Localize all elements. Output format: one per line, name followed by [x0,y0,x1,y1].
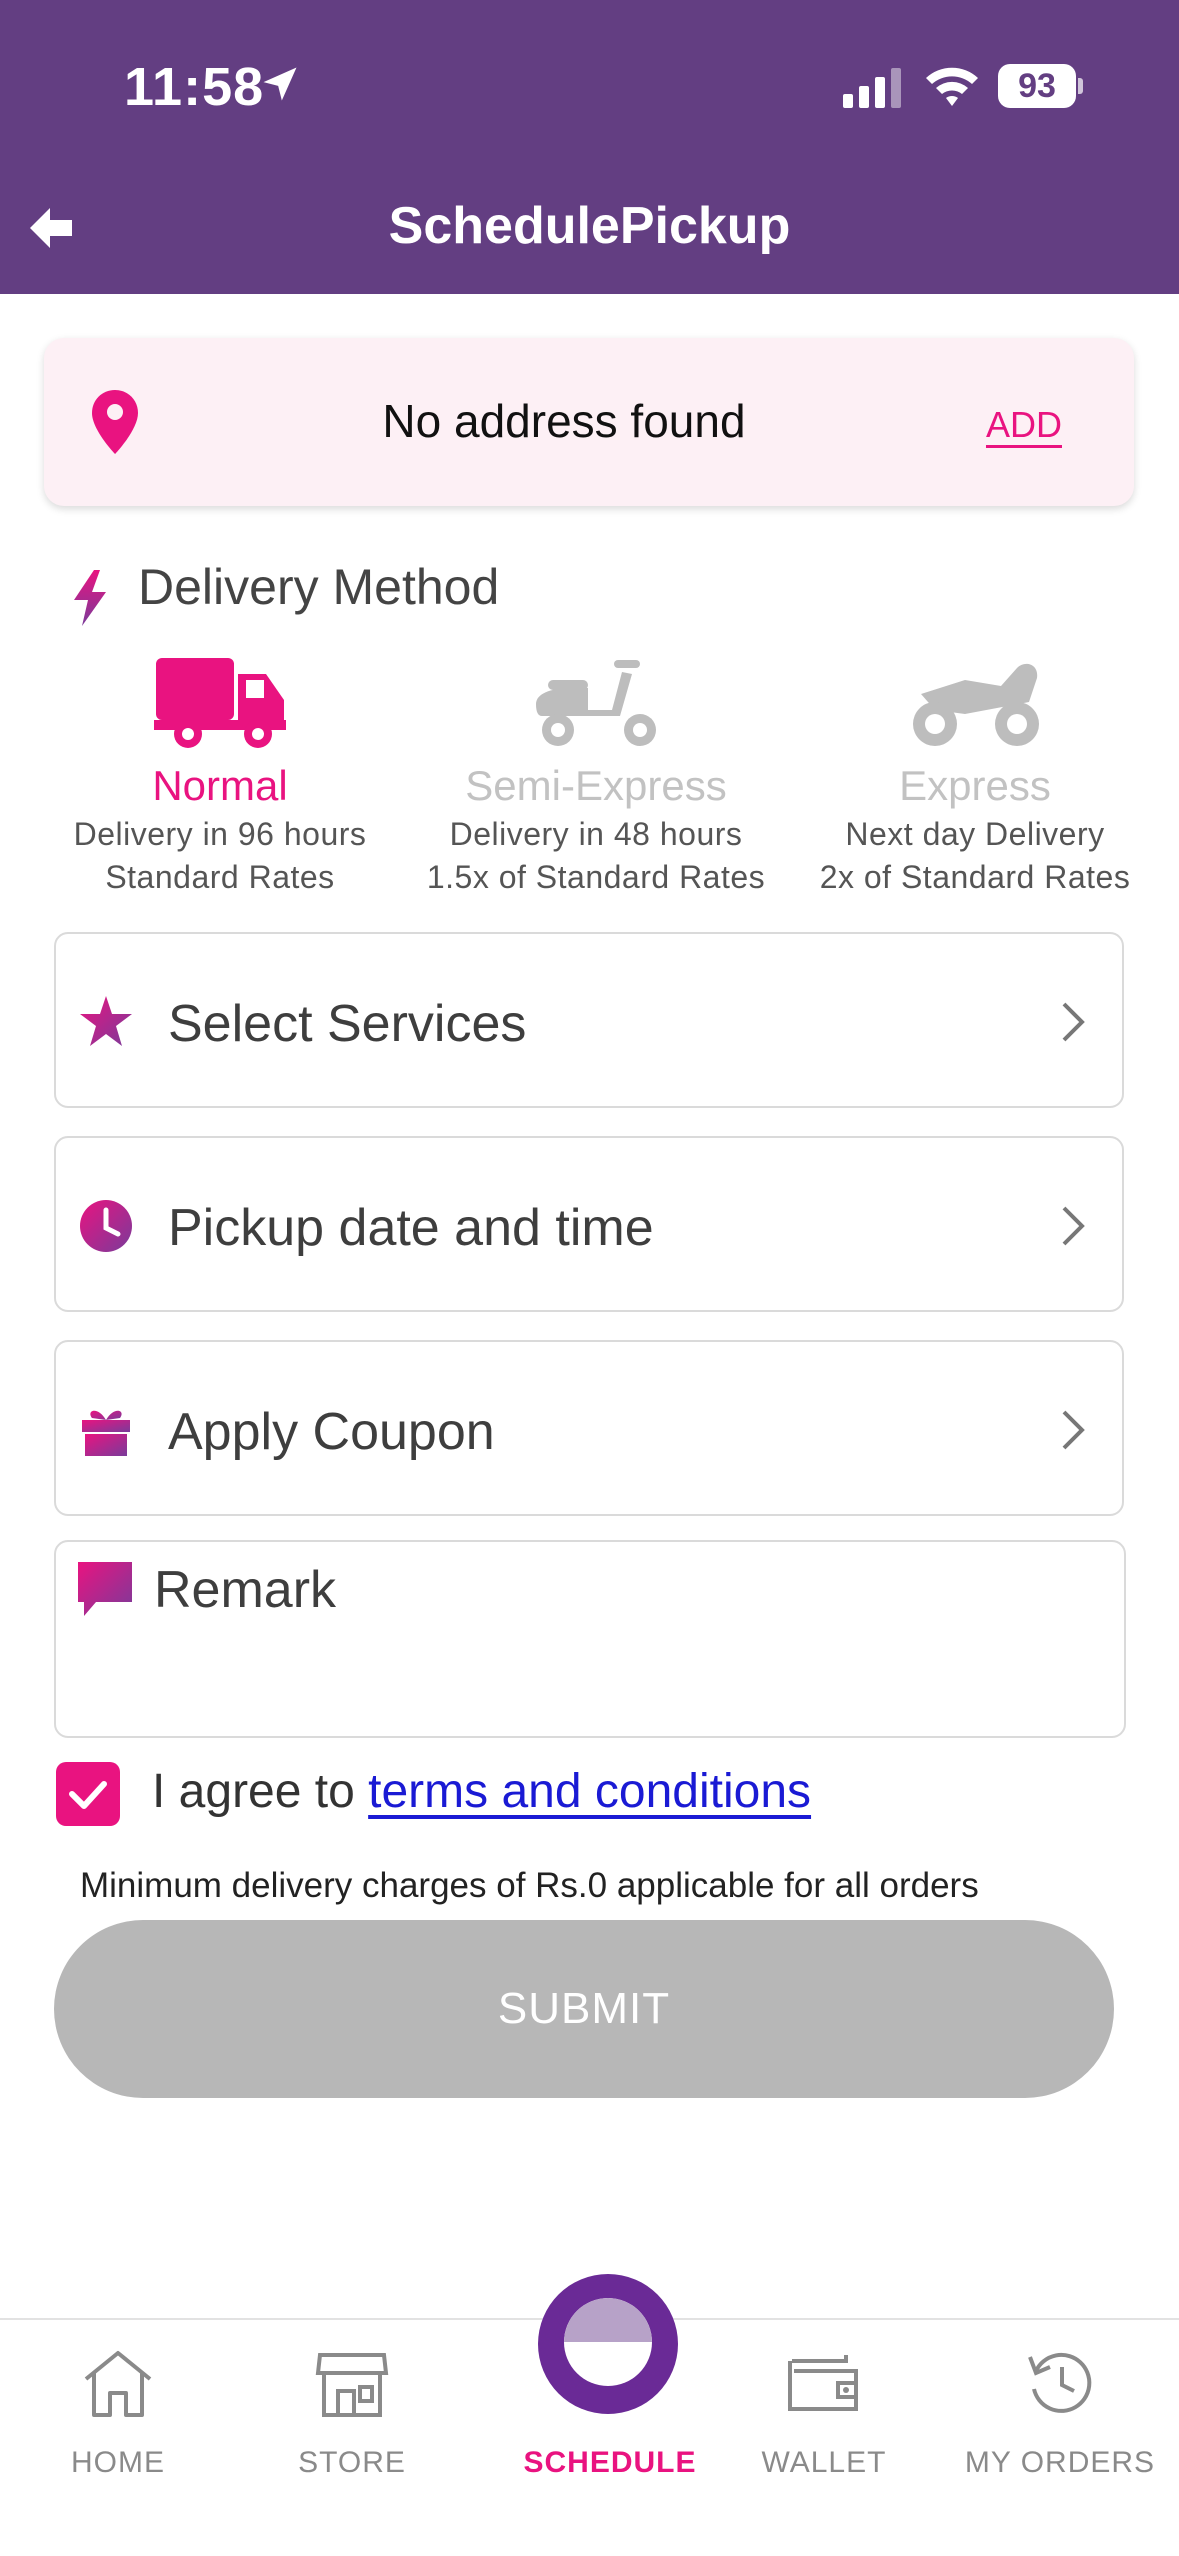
lightning-icon [74,570,106,626]
address-message: No address found [382,395,746,447]
pickup-date-label: Pickup date and time [168,1199,654,1257]
delivery-option-name: Semi-Express [465,762,727,809]
status-time: 11:58 [124,57,265,117]
home-icon [84,2351,152,2417]
remark-label: Remark [154,1561,337,1619]
cellular-signal-icon [843,68,901,108]
location-arrow-icon [263,67,297,101]
battery-indicator: 93 [998,64,1076,108]
terms-prefix: I agree to [152,1765,369,1818]
battery-tip [1078,78,1083,94]
delivery-option-rate: 1.5x of Standard Rates [426,859,766,895]
chevron-right-icon [1062,1002,1085,1042]
remark-field[interactable]: Remark [54,1540,1126,1738]
terms-checkbox[interactable] [56,1762,120,1826]
delivery-option-rate: Standard Rates [105,859,335,895]
motorbike-icon [913,663,1039,746]
checkmark-icon [69,1781,107,1809]
star-icon [80,996,132,1046]
submit-button[interactable]: SUBMIT [54,1920,1114,2098]
nav-label: STORE [298,2446,406,2479]
nav-wallet[interactable]: WALLET [724,2338,924,2480]
nav-label: SCHEDULE [523,2446,697,2479]
page-title: SchedulePickup [388,197,791,255]
nav-home[interactable]: HOME [18,2338,218,2480]
add-address-link[interactable]: ADD [986,404,1062,446]
store-icon [315,2353,389,2417]
app-header: 11:58 93 SchedulePickup [0,0,1179,294]
nav-label: MY ORDERS [964,2446,1156,2479]
select-services-label: Select Services [168,995,527,1053]
gift-icon [82,1410,130,1456]
address-card: No address found ADD [44,338,1134,506]
terms-link[interactable]: terms and conditions [368,1765,811,1818]
comment-icon [78,1562,132,1616]
nav-label: WALLET [761,2446,887,2479]
nav-label: HOME [71,2446,165,2479]
pickup-date-row[interactable]: Pickup date and time [54,1136,1124,1312]
apply-coupon-label: Apply Coupon [168,1403,495,1461]
wifi-icon [926,67,978,106]
truck-icon [154,658,286,748]
nav-store[interactable]: STORE [252,2338,452,2480]
delivery-option-name: Express [899,762,1051,809]
terms-agreement: I agree to terms and conditions [152,1764,811,1819]
select-services-row[interactable]: Select Services [54,932,1124,1108]
delivery-method-heading: Delivery Method [138,559,500,615]
scooter-icon [536,660,656,746]
nav-my-orders[interactable]: MY ORDERS [960,2338,1160,2480]
chevron-right-icon [1062,1206,1085,1246]
delivery-option-express[interactable]: Express Next day Delivery 2x of Standard… [795,640,1155,896]
apply-coupon-row[interactable]: Apply Coupon [54,1340,1124,1516]
clock-icon [80,1200,132,1252]
delivery-option-semi-express[interactable]: Semi-Express Delivery in 48 hours 1.5x o… [416,640,776,896]
chevron-right-icon [1062,1410,1085,1450]
delivery-option-time: Next day Delivery [845,816,1105,852]
schedule-icon [564,2298,652,2386]
delivery-option-time: Delivery in 48 hours [449,816,743,852]
delivery-option-time: Delivery in 96 hours [73,816,367,852]
minimum-charges-note: Minimum delivery charges of Rs.0 applica… [80,1866,979,1905]
schedule-fab-button[interactable] [538,2274,678,2414]
wallet-icon [788,2355,858,2411]
delivery-option-name: Normal [152,762,288,809]
delivery-option-rate: 2x of Standard Rates [819,859,1131,895]
history-icon [1028,2352,1092,2413]
delivery-option-normal[interactable]: Normal Delivery in 96 hours Standard Rat… [40,640,400,896]
